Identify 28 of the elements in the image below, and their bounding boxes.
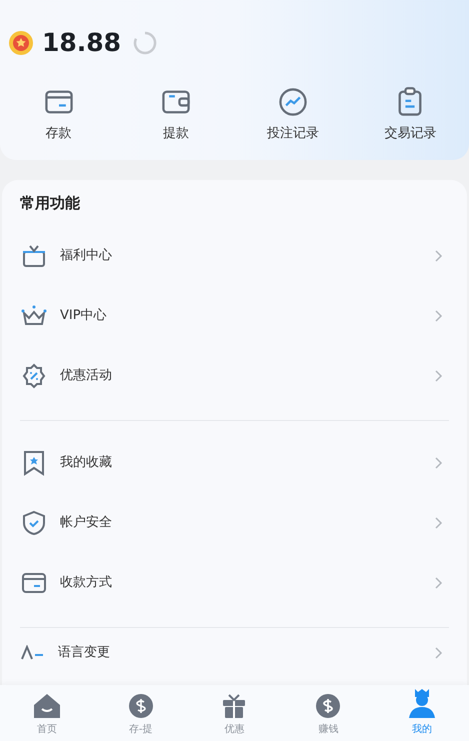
quick-action-button[interactable]: 交易记录 <box>384 86 436 143</box>
menu-item[interactable]: 语言变更 <box>20 640 449 666</box>
chevron-icon <box>435 517 443 529</box>
chevron-icon <box>435 577 443 589</box>
dollar-exchange-icon <box>128 693 154 719</box>
chart-icon <box>277 86 310 118</box>
home-icon <box>32 693 61 719</box>
balance-amount: 18.88 <box>42 27 122 59</box>
shield-icon <box>20 509 48 537</box>
menu-item[interactable]: VIP中心 <box>20 286 449 346</box>
menu-item[interactable]: 收款方式 <box>20 553 449 613</box>
dollar-icon <box>315 693 342 719</box>
refresh-icon[interactable] <box>133 30 158 55</box>
section-title: 常用功能 <box>20 193 81 212</box>
chevron-icon <box>435 457 443 469</box>
chevron-icon <box>435 250 443 262</box>
percent-icon <box>20 362 48 390</box>
menu-item[interactable]: 福利中心 <box>20 226 449 286</box>
chevron-icon <box>435 647 443 659</box>
chevron-icon <box>435 310 443 322</box>
menu-item[interactable]: 优惠活动 <box>20 346 449 406</box>
coin-icon <box>8 30 34 56</box>
menu-item[interactable]: 帐户安全 <box>20 493 449 553</box>
menu-item[interactable]: 我的收藏 <box>20 433 449 493</box>
chevron-icon <box>435 370 443 382</box>
quick-action-button[interactable]: 投注记录 <box>267 86 320 143</box>
quick-action-button[interactable]: 存款 <box>42 86 75 143</box>
quick-action-button[interactable]: 提款 <box>160 86 192 143</box>
